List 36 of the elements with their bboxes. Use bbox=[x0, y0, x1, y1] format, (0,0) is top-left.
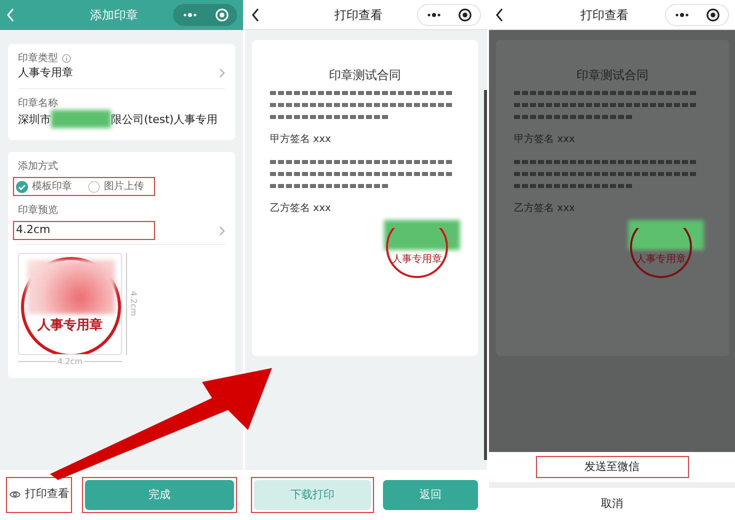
back-icon[interactable] bbox=[251, 8, 260, 22]
page-title: 打印查看 bbox=[580, 6, 630, 24]
chevron-right-icon bbox=[219, 68, 225, 78]
redaction-block bbox=[51, 110, 111, 128]
size-value[interactable]: 4.2cm bbox=[16, 223, 50, 236]
radio-icon[interactable] bbox=[88, 180, 100, 193]
document-title: 印章测试合同 bbox=[576, 67, 650, 84]
chevron-right-icon bbox=[219, 226, 225, 236]
signature-label: 甲方签名 xxx bbox=[270, 132, 332, 147]
stamp-text: 人事专用章 bbox=[635, 252, 687, 267]
signature-label: 甲方签名 xxx bbox=[514, 132, 576, 147]
field-label: 添加方式 bbox=[18, 160, 59, 174]
print-preview-link[interactable]: 打印查看 bbox=[9, 486, 69, 502]
seal-type-value[interactable]: 人事专用章 bbox=[18, 65, 73, 80]
seal-name-start: 深圳市 bbox=[18, 112, 51, 128]
back-icon[interactable] bbox=[495, 8, 504, 22]
more-icon[interactable] bbox=[674, 12, 690, 18]
field-label: 印章名称 bbox=[18, 97, 59, 110]
info-icon[interactable] bbox=[62, 54, 71, 63]
radio-label[interactable]: 图片上传 bbox=[104, 180, 144, 194]
signature-label: 乙方签名 xxx bbox=[514, 202, 576, 216]
more-icon[interactable] bbox=[426, 12, 442, 18]
stamp-text: 人事专用章 bbox=[391, 252, 443, 267]
field-label: 印章预览 bbox=[18, 204, 59, 218]
stamp-text: 人事专用章 bbox=[36, 316, 104, 335]
signature-label: 乙方签名 xxx bbox=[270, 202, 332, 216]
page-title: 添加印章 bbox=[89, 7, 139, 24]
radio-checked-icon[interactable] bbox=[16, 180, 28, 193]
eye-icon bbox=[9, 490, 21, 499]
page-title: 打印查看 bbox=[334, 6, 384, 24]
field-label: 印章类型 bbox=[18, 52, 58, 65]
target-icon[interactable] bbox=[458, 8, 472, 22]
seal-name-end: 限公司(test)人事专用 bbox=[111, 112, 218, 128]
document-title: 印章测试合同 bbox=[328, 67, 402, 84]
target-icon[interactable] bbox=[706, 8, 720, 22]
radio-label[interactable]: 模板印章 bbox=[32, 180, 72, 194]
